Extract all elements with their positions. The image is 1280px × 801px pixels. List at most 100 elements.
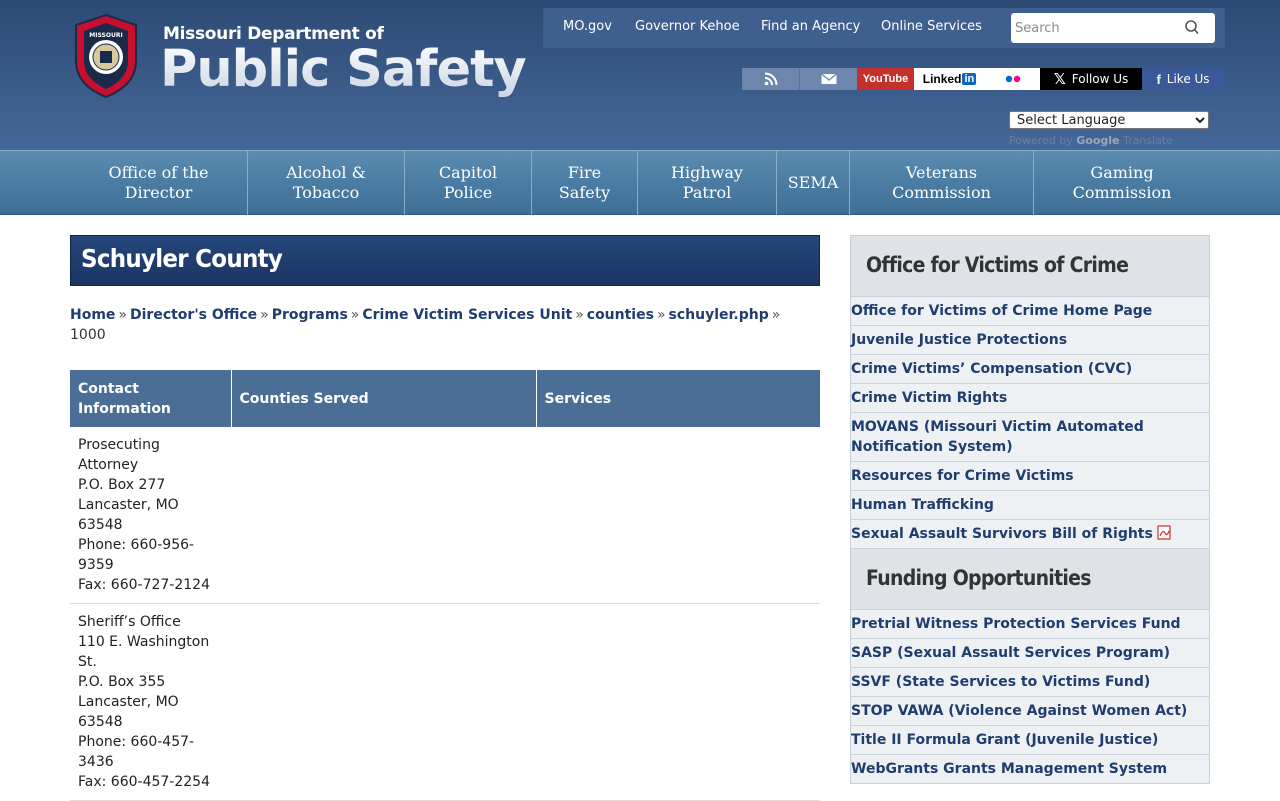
language-select[interactable]: Select Language — [1009, 111, 1209, 129]
linkedin-icon[interactable]: Linked in — [914, 68, 985, 90]
sidebar-title-victims-of-crime: Office for Victims of Crime — [866, 253, 1129, 277]
breadcrumb-crime-victim-services[interactable]: Crime Victim Services Unit — [362, 307, 572, 323]
breadcrumb-current: 1000 — [70, 327, 106, 343]
facebook-like-button[interactable]: f Like Us — [1142, 68, 1224, 90]
breadcrumb-separator: » — [260, 307, 269, 323]
utility-link-mo-gov[interactable]: MO.gov — [563, 19, 612, 34]
table-header-row: Contact Information Counties Served Serv… — [70, 370, 820, 427]
breadcrumb-directors-office[interactable]: Director's Office — [130, 307, 257, 323]
sidebar-link-resources[interactable]: Resources for Crime Victims — [851, 462, 1209, 491]
breadcrumb-counties[interactable]: counties — [587, 307, 654, 323]
search-input[interactable] — [1015, 18, 1180, 38]
contact-line: Sheriff’s Office — [78, 614, 181, 630]
nav-label-line1: SEMA — [787, 173, 839, 192]
contact-line: P.O. Box 355 — [78, 674, 166, 690]
breadcrumb-separator: » — [771, 307, 781, 323]
contact-line: Lancaster, MO 63548 — [78, 497, 179, 533]
sidebar-link-sasbor[interactable]: Sexual Assault Survivors Bill of Rights — [851, 520, 1209, 549]
nav-label-line1: Office of the — [108, 163, 209, 182]
services-cell — [536, 603, 820, 801]
breadcrumb-home[interactable]: Home — [70, 307, 115, 323]
powered-by-google: Powered by Google Translate — [1009, 134, 1173, 147]
powered-by-text: Powered by — [1009, 134, 1073, 147]
nav-gaming-commission[interactable]: Gaming Commission — [1034, 151, 1210, 215]
email-icon[interactable] — [799, 68, 857, 90]
flickr-icon[interactable] — [985, 68, 1040, 90]
table-row: Sheriff’s Office 110 E. Washington St. P… — [70, 603, 820, 801]
sidebar-link-pretrial-witness[interactable]: Pretrial Witness Protection Services Fun… — [851, 610, 1209, 639]
google-logo: Google — [1076, 134, 1120, 147]
nav-veterans-commission[interactable]: Veterans Commission — [850, 151, 1034, 215]
nav-label-line2: Safety — [558, 183, 611, 202]
sidebar: Office for Victims of Crime Office for V… — [850, 235, 1210, 784]
dps-seal-icon[interactable]: MISSOURI — [70, 13, 142, 99]
x-follow-label: Follow Us — [1071, 72, 1129, 86]
nav-highway-patrol[interactable]: Highway Patrol — [638, 151, 777, 215]
county-services-table: Contact Information Counties Served Serv… — [70, 370, 820, 801]
header-counties-served: Counties Served — [231, 370, 537, 427]
sidebar-link-title-ii[interactable]: Title II Formula Grant (Juvenile Justice… — [851, 726, 1209, 755]
utility-link-online-services[interactable]: Online Services — [881, 19, 982, 34]
services-cell — [536, 427, 820, 604]
logo-title[interactable]: Public Safety — [160, 40, 527, 100]
contact-line: Lancaster, MO 63548 — [78, 694, 179, 730]
nav-office-of-director[interactable]: Office of the Director — [70, 151, 248, 215]
breadcrumb-separator: » — [118, 307, 127, 323]
nav-label-line1: Capitol — [438, 163, 498, 182]
page-title: Schuyler County — [81, 244, 283, 273]
utility-link-find-agency[interactable]: Find an Agency — [761, 19, 860, 34]
sidebar-link-stop-vawa[interactable]: STOP VAWA (Violence Against Women Act) — [851, 697, 1209, 726]
utility-link-governor[interactable]: Governor Kehoe — [635, 19, 740, 34]
contact-line: Fax: 660-727-2124 — [78, 577, 210, 593]
search-icon[interactable] — [1183, 19, 1201, 37]
sidebar-link-webgrants[interactable]: WebGrants Grants Management System — [851, 755, 1209, 783]
sidebar-link-sasp[interactable]: SASP (Sexual Assault Services Program) — [851, 639, 1209, 668]
nav-label-line1: Gaming — [1090, 163, 1154, 182]
youtube-icon[interactable]: YouTube — [857, 68, 914, 90]
linkedin-label: Linked — [922, 72, 962, 86]
nav-label-line2: Tobacco — [292, 183, 360, 202]
nav-sema[interactable]: SEMA — [777, 151, 850, 215]
contact-line: Phone: 660-457-3436 — [78, 734, 195, 770]
contact-line: Prosecuting Attorney — [78, 437, 160, 473]
youtube-label: YouTube — [862, 73, 909, 85]
nav-label-line1: Fire — [567, 163, 602, 182]
sidebar-link-juvenile-justice[interactable]: Juvenile Justice Protections — [851, 326, 1209, 355]
breadcrumb-separator: » — [575, 307, 584, 323]
sidebar-section-header: Office for Victims of Crime — [851, 236, 1209, 297]
header-contact-information: Contact Information — [70, 370, 232, 427]
nav-label-line2: Commission — [892, 183, 991, 202]
sidebar-link-ovc-home[interactable]: Office for Victims of Crime Home Page — [851, 297, 1209, 326]
nav-alcohol-tobacco[interactable]: Alcohol & Tobacco — [248, 151, 405, 215]
breadcrumb-separator: » — [656, 307, 666, 323]
linkedin-in: in — [962, 73, 977, 85]
sidebar-link-movans[interactable]: MOVANS (Missouri Victim Automated Notifi… — [851, 413, 1209, 462]
breadcrumb-separator: » — [350, 307, 360, 323]
x-logo-icon: 𝕏 — [1053, 70, 1066, 88]
nav-fire-safety[interactable]: Fire Safety — [532, 151, 638, 215]
site-header: MISSOURI Missouri Department of Public S… — [0, 0, 1280, 150]
svg-text:MISSOURI: MISSOURI — [89, 32, 122, 39]
sidebar-link-cvc[interactable]: Crime Victims’ Compensation (CVC) — [851, 355, 1209, 384]
page-title-banner: Schuyler County — [70, 235, 820, 286]
translate-link[interactable]: Translate — [1123, 134, 1173, 147]
contact-line: Fax: 660-457-2254 — [78, 774, 210, 790]
pdf-icon — [1157, 525, 1171, 540]
sidebar-link-ssvf[interactable]: SSVF (State Services to Victims Fund) — [851, 668, 1209, 697]
sidebar-section-header: Funding Opportunities — [851, 549, 1209, 610]
sidebar-link-sasbor-label: Sexual Assault Survivors Bill of Rights — [851, 526, 1153, 542]
x-follow-button[interactable]: 𝕏 Follow Us — [1040, 68, 1142, 90]
nav-capitol-police[interactable]: Capitol Police — [405, 151, 532, 215]
breadcrumb-programs[interactable]: Programs — [272, 307, 348, 323]
rss-icon[interactable] — [742, 68, 799, 90]
breadcrumb: Home» Director's Office» Programs» Crime Vi… — [70, 305, 810, 345]
facebook-icon: f — [1156, 71, 1161, 87]
nav-label-line1: Veterans — [905, 163, 978, 182]
breadcrumb-schuyler[interactable]: schuyler.php — [669, 307, 769, 323]
social-links: YouTube Linked in 𝕏 Follow Us f Like Us — [742, 68, 1224, 90]
table-row: Prosecuting Attorney P.O. Box 277 Lancas… — [70, 427, 820, 604]
contact-line: 110 E. Washington St. — [78, 634, 210, 670]
sidebar-link-human-trafficking[interactable]: Human Trafficking — [851, 491, 1209, 520]
sidebar-link-crime-victim-rights[interactable]: Crime Victim Rights — [851, 384, 1209, 413]
nav-label-line2: Police — [443, 183, 493, 202]
